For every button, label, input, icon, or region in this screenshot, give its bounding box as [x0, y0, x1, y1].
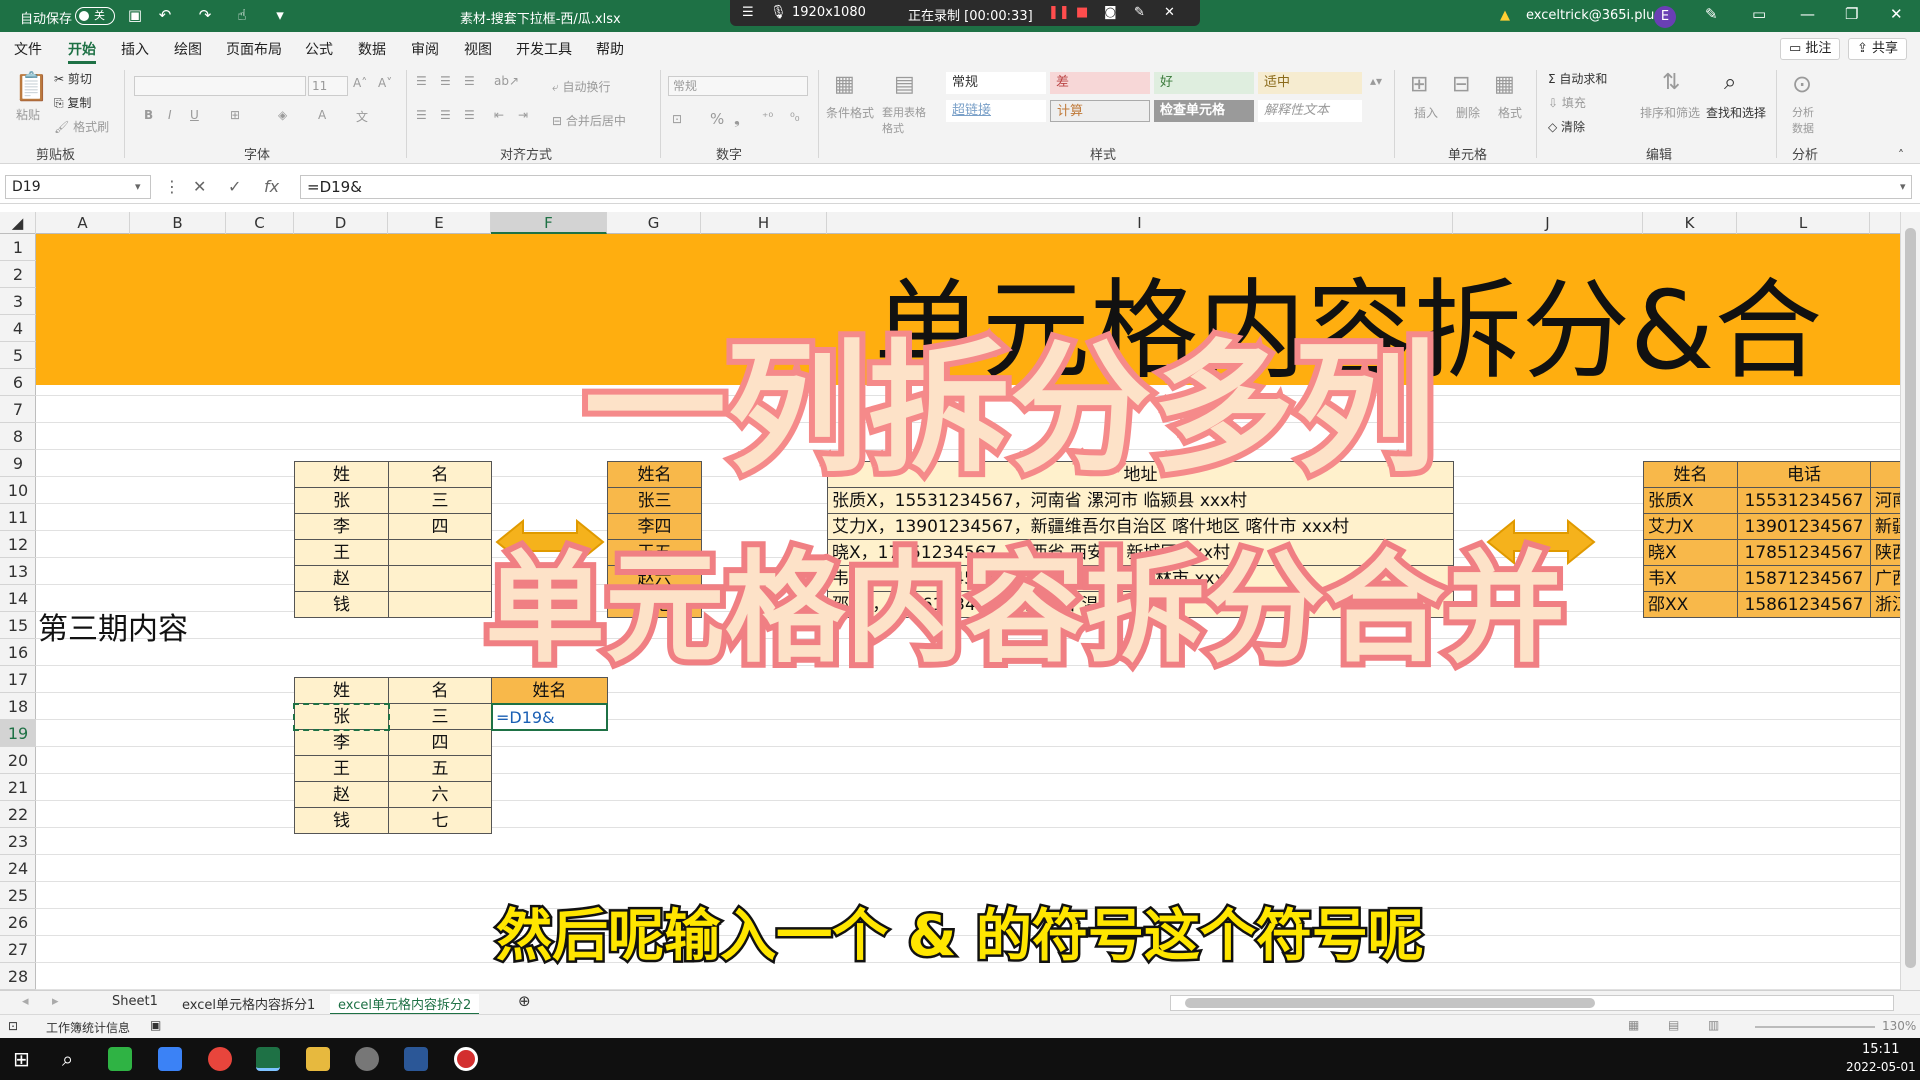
status-bar: ⊡ 工作簿统计信息 ▣ ▦ ▤ ▥ 130%: [0, 1014, 1920, 1038]
recorder-icon[interactable]: [454, 1047, 478, 1071]
overlay-title-line2: 单元格内容拆分合并: [485, 540, 1565, 679]
horizontal-scrollbar[interactable]: [1170, 995, 1894, 1011]
zoom-slider[interactable]: [1755, 1026, 1875, 1028]
caption-overlay: 一列拆分多列 单元格内容拆分合并 然后呢输入一个 & 的符号这个符号呢: [479, 321, 1571, 972]
zoom-level[interactable]: 130%: [1882, 1019, 1916, 1033]
vertical-scrollbar[interactable]: [1900, 212, 1920, 990]
wechat-icon[interactable]: [108, 1047, 132, 1071]
overlay-title-line1: 一列拆分多列: [584, 327, 1436, 492]
sheet-tab-split2[interactable]: excel单元格内容拆分2: [330, 994, 480, 1015]
next-sheet-icon[interactable]: ▸: [52, 994, 59, 1009]
page-layout-icon[interactable]: ▤: [1668, 1018, 1679, 1032]
h-scroll-thumb[interactable]: [1185, 998, 1595, 1008]
macro-record-icon[interactable]: ▣: [150, 1018, 161, 1032]
windows-start-icon[interactable]: ⊞: [13, 1047, 30, 1071]
normal-view-icon[interactable]: ▦: [1628, 1018, 1639, 1032]
clock-date[interactable]: 2022-05-01: [1846, 1060, 1916, 1074]
workbook-stats[interactable]: 工作簿统计信息: [46, 1019, 130, 1036]
scroll-thumb[interactable]: [1905, 228, 1916, 968]
taskbar: ⊞ ⌕ 15:11 2022-05-01: [0, 1038, 1920, 1080]
add-sheet-icon[interactable]: ⊕: [518, 992, 531, 1010]
page-break-icon[interactable]: ▥: [1708, 1018, 1719, 1032]
chrome-icon[interactable]: [208, 1047, 232, 1071]
search-icon[interactable]: ⌕: [62, 1047, 73, 1071]
subtitle-caption: 然后呢输入一个 & 的符号这个符号呢: [496, 904, 1424, 969]
cell-mode-icon: ⊡: [8, 1019, 19, 1033]
excel-icon[interactable]: [256, 1047, 280, 1071]
file-explorer-icon[interactable]: [306, 1047, 330, 1071]
word-icon[interactable]: [404, 1047, 428, 1071]
sheet-tab-split1[interactable]: excel单元格内容拆分1: [182, 994, 315, 1013]
sheet-tab-sheet1[interactable]: Sheet1: [112, 994, 158, 1009]
app-icon[interactable]: [158, 1047, 182, 1071]
prev-sheet-icon[interactable]: ◂: [22, 994, 29, 1009]
sheet-tabs-bar: ◂ ▸ Sheet1 excel单元格内容拆分1 excel单元格内容拆分2 ⊕: [0, 990, 1920, 1015]
app-icon[interactable]: [355, 1047, 379, 1071]
clock-time[interactable]: 15:11: [1862, 1042, 1899, 1057]
